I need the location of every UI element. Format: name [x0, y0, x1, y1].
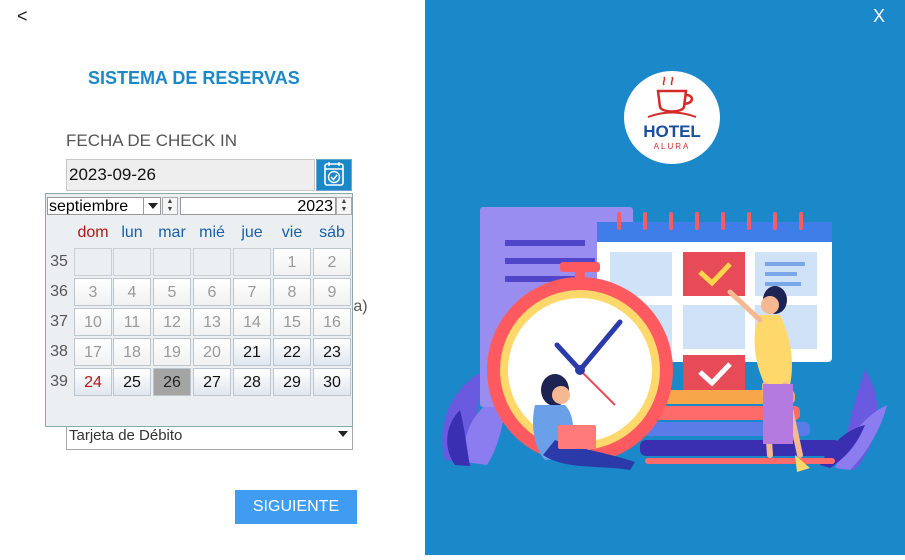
calendar-check-icon: [324, 162, 344, 186]
weekday-header: mar: [158, 224, 186, 241]
day-cell[interactable]: 24: [74, 368, 112, 396]
day-cell[interactable]: 28: [233, 368, 271, 396]
day-cell: 14: [233, 308, 271, 336]
weekday-header: jue: [241, 224, 263, 241]
year-spinner[interactable]: ▲ ▼: [336, 197, 352, 215]
close-button[interactable]: X: [873, 6, 885, 27]
day-cell: 20: [193, 338, 231, 366]
empty-day-cell: [233, 248, 271, 276]
day-cell: 11: [113, 308, 151, 336]
week-number: 35: [50, 253, 68, 270]
day-cell[interactable]: 21: [233, 338, 271, 366]
day-cell: 16: [313, 308, 351, 336]
day-cell: 12: [153, 308, 191, 336]
day-cell[interactable]: 22: [273, 338, 311, 366]
day-cell: 6: [193, 278, 231, 306]
page-title: SISTEMA DE RESERVAS: [88, 68, 300, 88]
day-cell[interactable]: 29: [273, 368, 311, 396]
checkin-label: FECHA DE CHECK IN: [66, 131, 237, 150]
day-cell: 15: [273, 308, 311, 336]
logo-text-hotel: HOTEL: [643, 122, 701, 141]
week-number: 37: [50, 313, 68, 330]
empty-day-cell: [113, 248, 151, 276]
day-cell: 9: [313, 278, 351, 306]
year-field[interactable]: 2023: [180, 197, 336, 215]
weekday-header: sáb: [319, 224, 345, 241]
selected-day-cell[interactable]: 26: [153, 368, 191, 396]
empty-day-cell: [74, 248, 112, 276]
weekday-header: dom: [77, 224, 109, 241]
day-cell[interactable]: 23: [313, 338, 351, 366]
day-cell: 5: [153, 278, 191, 306]
next-button[interactable]: SIGUIENTE: [235, 490, 357, 524]
payment-method-value: Tarjeta de Débito: [69, 427, 183, 444]
day-cell: 10: [74, 308, 112, 336]
date-picker-popup: septiembre ▲ ▼ 2023 ▲ ▼ dom lun mar mié jue vie…: [45, 193, 353, 427]
day-cell: 2: [313, 248, 351, 276]
empty-day-cell: [193, 248, 231, 276]
day-cell: 18: [113, 338, 151, 366]
day-cell: 4: [113, 278, 151, 306]
hotel-alura-logo: HOTEL ALURA: [624, 71, 720, 164]
day-cell: 19: [153, 338, 191, 366]
coffee-cup-logo-icon: HOTEL ALURA: [643, 76, 701, 151]
week-number: 39: [50, 373, 68, 390]
chevron-down-icon: [148, 203, 158, 209]
month-dropdown-button[interactable]: [143, 197, 161, 215]
day-cell[interactable]: 30: [313, 368, 351, 396]
day-cell: 8: [273, 278, 311, 306]
weekday-header: vie: [281, 224, 303, 241]
day-cell: 17: [74, 338, 112, 366]
day-cell: 13: [193, 308, 231, 336]
logo-text-alura: ALURA: [654, 142, 691, 151]
checkin-date-field[interactable]: 2023-09-26: [66, 159, 315, 191]
back-button[interactable]: <: [17, 6, 28, 27]
chevron-down-icon[interactable]: [338, 431, 348, 437]
empty-day-cell: [153, 248, 191, 276]
month-spinner[interactable]: ▲ ▼: [162, 197, 178, 215]
week-number: 38: [50, 343, 68, 360]
day-cell: 3: [74, 278, 112, 306]
weekday-header: lun: [121, 224, 143, 241]
week-number: 36: [50, 283, 68, 300]
weekday-header: mié: [199, 224, 225, 241]
day-cell[interactable]: 27: [193, 368, 231, 396]
day-cell[interactable]: 25: [113, 368, 151, 396]
calendar-button[interactable]: [316, 159, 352, 191]
day-cell: 1: [273, 248, 311, 276]
day-cell: 7: [233, 278, 271, 306]
